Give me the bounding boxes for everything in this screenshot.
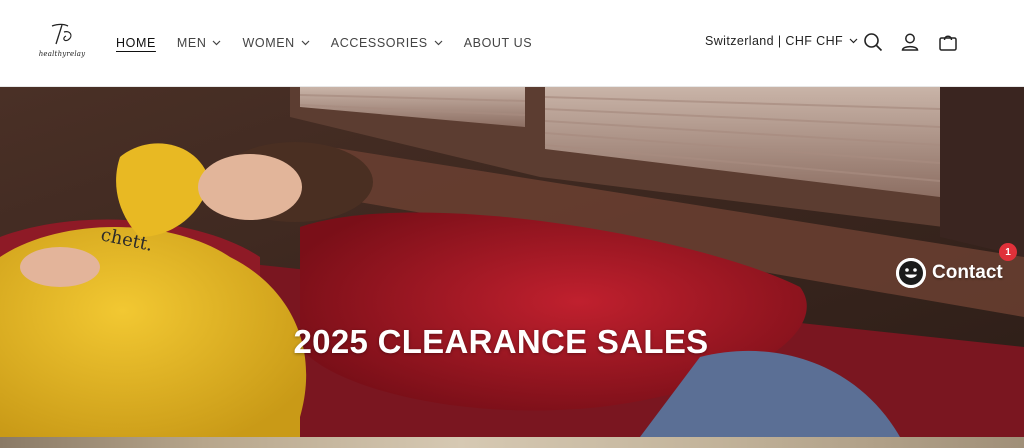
contact-label: Contact (932, 262, 1003, 283)
logo-mark-icon (51, 23, 72, 45)
cart-icon[interactable] (937, 31, 959, 53)
nav-item-label: ACCESSORIES (330, 36, 428, 50)
site-header: healthyrelay HOME MEN WOMEN ACCESSORIES … (0, 0, 1024, 87)
nav-item-label: ABOUT US (463, 36, 533, 50)
chevron-down-icon (301, 40, 310, 46)
hero-title: 2025 CLEARANCE SALES (293, 323, 709, 360)
nav-item-label: WOMEN (242, 36, 295, 50)
notification-badge: 1 (999, 243, 1017, 261)
nav-item-women[interactable]: WOMEN (242, 36, 310, 50)
hero-banner[interactable]: chett. 2025 CLEARANCE SALES (0, 87, 1024, 437)
nav-item-label: MEN (176, 36, 207, 50)
hero-image: chett. (0, 87, 1024, 437)
brand-logo[interactable]: healthyrelay (38, 22, 86, 62)
chevron-down-icon (213, 40, 221, 46)
logo-wordmark: healthyrelay (38, 50, 86, 58)
nav-item-accessories[interactable]: ACCESSORIES (331, 36, 443, 50)
contact-chat-button[interactable]: Contact (896, 258, 1003, 288)
region-label: Switzerland | CHF CHF (705, 34, 844, 48)
nav-item-label: HOME (116, 36, 156, 50)
chevron-down-icon (434, 40, 443, 46)
next-section-preview (0, 437, 1024, 448)
chevron-down-icon (849, 38, 858, 44)
nav-item-home[interactable]: HOME (116, 36, 156, 50)
main-navigation: HOME MEN WOMEN ACCESSORIES ABOUT US (116, 34, 553, 52)
nav-item-men[interactable]: MEN (177, 36, 222, 50)
country-currency-selector[interactable]: Switzerland | CHF CHF (705, 34, 858, 48)
account-icon[interactable] (899, 31, 921, 53)
chat-smiley-icon (896, 258, 926, 288)
search-icon[interactable] (862, 31, 884, 53)
nav-item-about-us[interactable]: ABOUT US (464, 36, 532, 50)
